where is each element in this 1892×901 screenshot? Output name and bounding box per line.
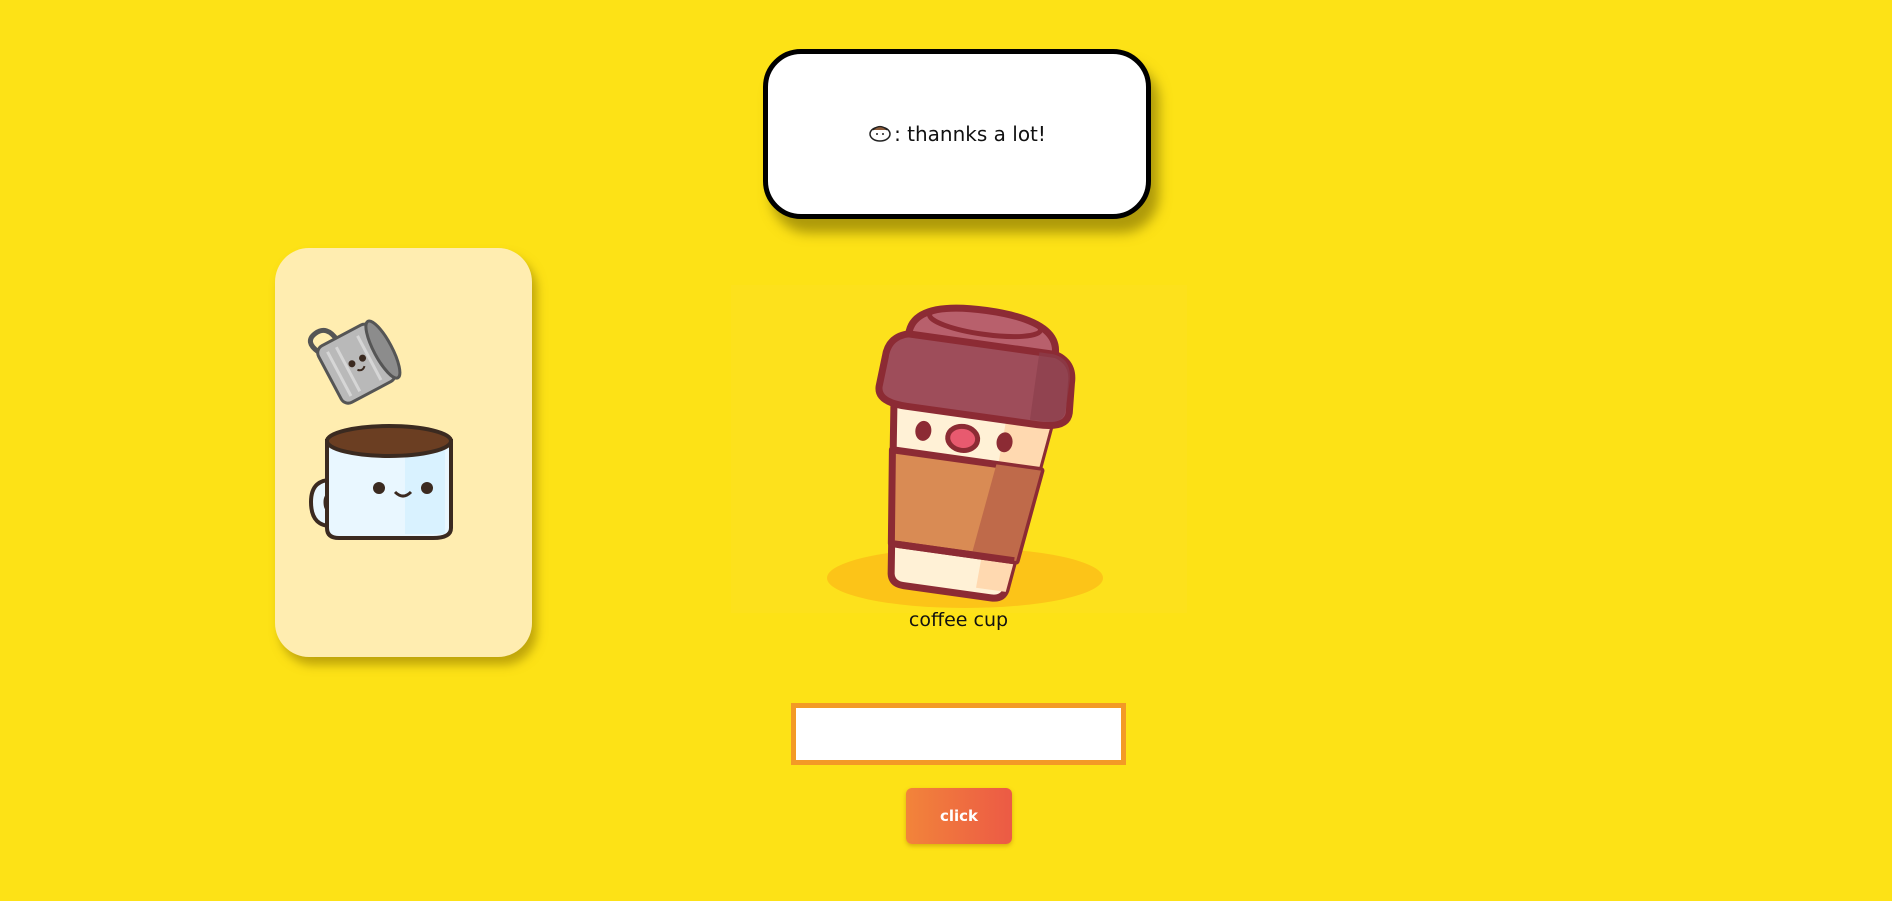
image-caption: coffee cup [908, 609, 1009, 631]
coffee-cup-image [731, 285, 1187, 613]
speech-box: : thannks a lot! [763, 49, 1151, 219]
coffee-cup-icon [868, 121, 892, 148]
answer-input[interactable] [791, 703, 1126, 765]
pouring-jug-icon [307, 319, 402, 405]
game-page: : thannks a lot! coffee cup click [0, 0, 1892, 901]
speech-text: : thannks a lot! [894, 122, 1046, 146]
hint-card [275, 248, 532, 657]
coffee-mug-icon [308, 424, 453, 540]
submit-button[interactable]: click [906, 788, 1012, 844]
